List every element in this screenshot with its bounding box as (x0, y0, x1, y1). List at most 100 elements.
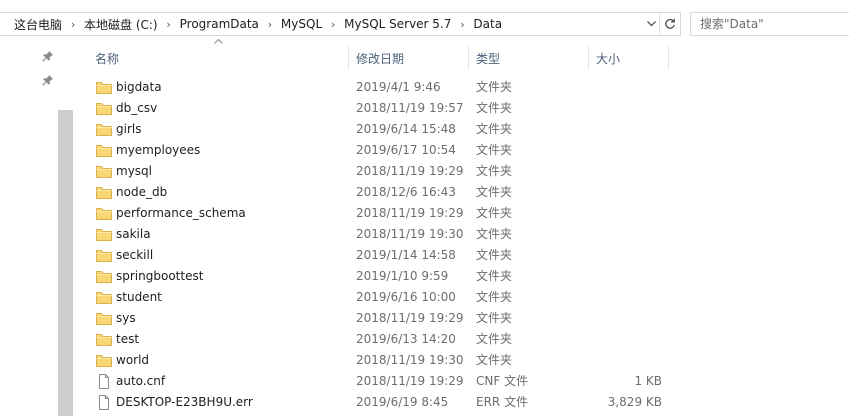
file-row[interactable]: world 2018/11/19 19:30 文件夹 (70, 350, 849, 371)
file-name: girls (116, 122, 142, 136)
file-row[interactable]: sys 2018/11/19 19:29 文件夹 (70, 308, 849, 329)
file-type: 文件夹 (476, 269, 513, 283)
file-date-modified: 2019/1/10 9:59 (356, 269, 449, 283)
folder-icon (96, 311, 112, 326)
search-input[interactable] (691, 13, 849, 35)
file-type: 文件夹 (476, 80, 513, 94)
file-type: 文件夹 (476, 164, 513, 178)
file-date-modified: 2019/1/14 14:58 (356, 248, 456, 262)
file-row[interactable]: node_db 2018/12/6 16:43 文件夹 (70, 182, 849, 203)
file-name: myemployees (116, 143, 201, 157)
file-name: auto.cnf (116, 374, 166, 388)
file-date-modified: 2019/6/17 10:54 (356, 143, 456, 157)
pin-icon[interactable] (42, 50, 54, 62)
breadcrumb-separator-icon[interactable]: › (326, 18, 340, 31)
file-row[interactable]: sakila 2018/11/19 19:30 文件夹 (70, 224, 849, 245)
file-size (572, 182, 662, 203)
folder-icon (96, 143, 112, 158)
file-row[interactable]: auto.cnf 2018/11/19 19:29 CNF 文件 1 KB (70, 371, 849, 392)
file-name: node_db (116, 185, 168, 199)
file-row[interactable]: performance_schema 2018/11/19 19:29 文件夹 (70, 203, 849, 224)
column-header-name[interactable]: 名称 (95, 46, 119, 70)
breadcrumb-separator-icon[interactable]: › (263, 18, 277, 31)
column-header-date[interactable]: 修改日期 (356, 46, 404, 70)
file-row[interactable]: DESKTOP-E23BH9U.err 2019/6/19 8:45 ERR 文… (70, 392, 849, 413)
file-type: 文件夹 (476, 101, 513, 115)
breadcrumb-separator-icon[interactable]: › (162, 18, 176, 31)
chevron-down-icon (646, 21, 656, 27)
file-type: 文件夹 (476, 290, 513, 304)
file-name: db_csv (116, 101, 158, 115)
file-size (572, 287, 662, 308)
file-row[interactable]: student 2019/6/16 10:00 文件夹 (70, 287, 849, 308)
address-bar[interactable]: 这台电脑 › 本地磁盘 (C:) › ProgramData › MySQL ›… (0, 12, 681, 36)
breadcrumb-local-disk[interactable]: 本地磁盘 (C:) (80, 16, 162, 33)
file-row[interactable]: mysql 2018/11/19 19:29 文件夹 (70, 161, 849, 182)
file-size: 3,829 KB (607, 395, 662, 409)
file-size (572, 140, 662, 161)
file-name: mysql (116, 164, 152, 178)
breadcrumb-this-pc[interactable]: 这台电脑 (0, 16, 66, 33)
file-type: 文件夹 (476, 353, 513, 367)
column-divider[interactable] (588, 46, 589, 70)
file-row[interactable]: girls 2019/6/14 15:48 文件夹 (70, 119, 849, 140)
column-divider[interactable] (348, 46, 349, 70)
file-row[interactable]: db_csv 2018/11/19 19:57 文件夹 (70, 98, 849, 119)
file-date-modified: 2018/11/19 19:29 (356, 164, 464, 178)
file-date-modified: 2019/6/14 15:48 (356, 122, 456, 136)
file-type: 文件夹 (476, 122, 513, 136)
file-type: 文件夹 (476, 206, 513, 220)
file-type: 文件夹 (476, 311, 513, 325)
folder-icon (96, 206, 112, 221)
pin-icon[interactable] (42, 74, 54, 86)
breadcrumb-mysql[interactable]: MySQL (277, 17, 326, 31)
file-row[interactable]: springboottest 2019/1/10 9:59 文件夹 (70, 266, 849, 287)
file-name: sakila (116, 227, 151, 241)
file-name: sys (116, 311, 136, 325)
breadcrumb-programdata[interactable]: ProgramData (176, 17, 263, 31)
navigation-pane (0, 36, 73, 416)
file-date-modified: 2018/11/19 19:29 (356, 311, 464, 325)
file-size (572, 77, 662, 98)
file-date-modified: 2018/12/6 16:43 (356, 185, 456, 199)
breadcrumb-separator-icon[interactable]: › (455, 18, 469, 31)
file-date-modified: 2019/6/16 10:00 (356, 290, 456, 304)
column-divider[interactable] (668, 46, 669, 70)
file-name: performance_schema (116, 206, 246, 220)
file-row[interactable]: test 2019/6/13 14:20 文件夹 (70, 329, 849, 350)
file-name: springboottest (116, 269, 204, 283)
file-type: ERR 文件 (476, 395, 529, 409)
file-type: 文件夹 (476, 332, 513, 346)
file-size (572, 329, 662, 350)
file-size (572, 266, 662, 287)
file-date-modified: 2018/11/19 19:57 (356, 101, 464, 115)
folder-icon (96, 290, 112, 305)
folder-icon (96, 185, 112, 200)
column-header-size[interactable]: 大小 (596, 46, 620, 70)
file-date-modified: 2019/6/13 14:20 (356, 332, 456, 346)
column-divider[interactable] (468, 46, 469, 70)
file-date-modified: 2019/6/19 8:45 (356, 395, 449, 409)
folder-icon (96, 248, 112, 263)
file-size: 1 KB (634, 374, 662, 388)
search-box[interactable] (690, 12, 849, 36)
breadcrumb-separator-icon[interactable]: › (66, 18, 80, 31)
address-history-dropdown-button[interactable] (642, 13, 660, 35)
file-size (572, 350, 662, 371)
refresh-button[interactable] (659, 13, 680, 35)
file-row[interactable]: bigdata 2019/4/1 9:46 文件夹 (70, 77, 849, 98)
file-date-modified: 2018/11/19 19:30 (356, 353, 464, 367)
folder-icon (96, 164, 112, 179)
file-size (572, 98, 662, 119)
file-row[interactable]: myemployees 2019/6/17 10:54 文件夹 (70, 140, 849, 161)
refresh-icon (665, 18, 675, 29)
breadcrumb-mysql-server[interactable]: MySQL Server 5.7 (340, 17, 455, 31)
breadcrumb-data[interactable]: Data (469, 17, 506, 31)
column-header-type[interactable]: 类型 (476, 46, 500, 70)
file-date-modified: 2018/11/19 19:29 (356, 374, 464, 388)
file-type: CNF 文件 (476, 374, 529, 388)
file-icon (96, 395, 112, 410)
folder-icon (96, 353, 112, 368)
file-date-modified: 2018/11/19 19:29 (356, 206, 464, 220)
file-row[interactable]: seckill 2019/1/14 14:58 文件夹 (70, 245, 849, 266)
